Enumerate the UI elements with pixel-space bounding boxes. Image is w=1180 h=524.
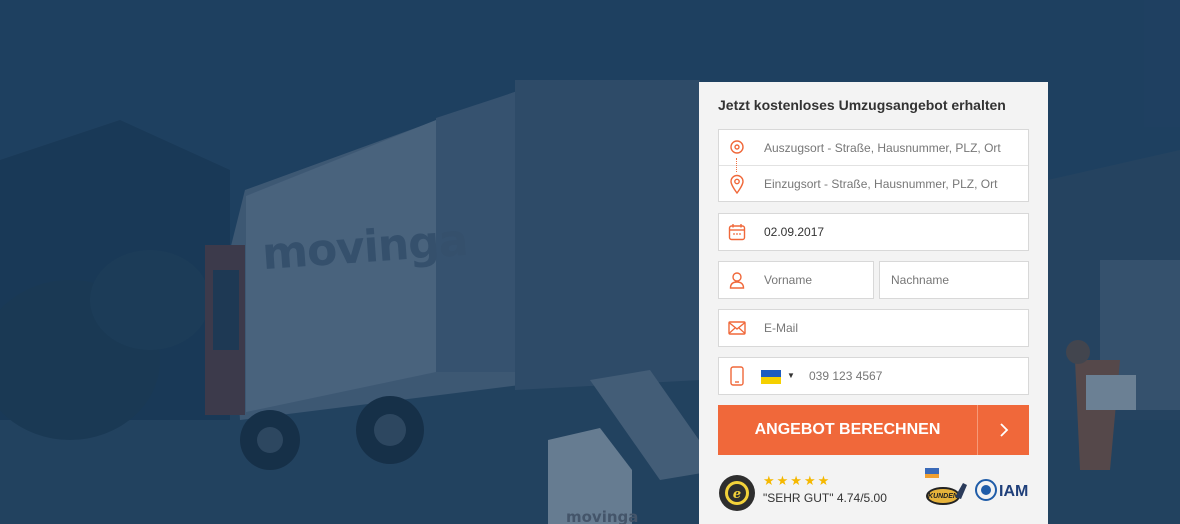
date-value: 02.09.2017	[764, 225, 825, 239]
trusted-shops-badge[interactable]: e	[718, 474, 756, 512]
svg-text:e: e	[733, 487, 741, 502]
iam-membership-badge: IAM	[975, 475, 1029, 505]
rating-text: "SEHR GUT" 4.74/5.00	[763, 491, 887, 505]
firstname-field[interactable]: Vorname	[718, 261, 874, 299]
phone-placeholder: 039 123 4567	[809, 369, 883, 383]
envelope-icon	[719, 310, 755, 346]
calendar-icon	[719, 214, 755, 250]
chevron-right-icon	[978, 405, 1029, 455]
quote-form-card: Jetzt kostenloses Umzugsangebot erhalten…	[699, 82, 1048, 524]
lastname-field[interactable]: Nachname	[879, 261, 1029, 299]
from-address-field[interactable]: Auszugsort - Straße, Hausnummer, PLZ, Or…	[719, 130, 1028, 166]
rating-stars: ★★★★★	[763, 473, 832, 488]
svg-text:IAM: IAM	[999, 483, 1028, 500]
location-pin-icon	[719, 166, 755, 202]
email-placeholder: E-Mail	[764, 321, 799, 335]
lastname-placeholder: Nachname	[891, 273, 950, 287]
from-address-placeholder: Auszugsort - Straße, Hausnummer, PLZ, Or…	[764, 140, 1001, 155]
kunden-award-badge: KUNDEN	[923, 467, 969, 509]
chevron-down-icon[interactable]: ▼	[787, 371, 795, 380]
box-brand-logo: movinga	[566, 508, 639, 524]
email-field[interactable]: E-Mail	[718, 309, 1029, 347]
firstname-placeholder: Vorname	[764, 273, 813, 287]
to-address-placeholder: Einzugsort - Straße, Hausnummer, PLZ, Or…	[764, 177, 998, 191]
user-icon	[719, 262, 755, 298]
date-field[interactable]: 02.09.2017	[718, 213, 1029, 251]
submit-quote-button[interactable]: ANGEBOT BERECHNEN	[718, 405, 1029, 455]
to-address-field[interactable]: Einzugsort - Straße, Hausnummer, PLZ, Or…	[719, 166, 1028, 202]
svg-text:KUNDEN: KUNDEN	[928, 493, 959, 500]
mobile-phone-icon	[719, 358, 755, 394]
phone-field[interactable]: ▼ 039 123 4567	[718, 357, 1029, 395]
country-flag-selector[interactable]	[761, 370, 781, 384]
submit-label: ANGEBOT BERECHNEN	[754, 421, 941, 438]
form-title: Jetzt kostenloses Umzugsangebot erhalten	[718, 97, 1006, 113]
address-group: Auszugsort - Straße, Hausnummer, PLZ, Or…	[718, 129, 1029, 202]
